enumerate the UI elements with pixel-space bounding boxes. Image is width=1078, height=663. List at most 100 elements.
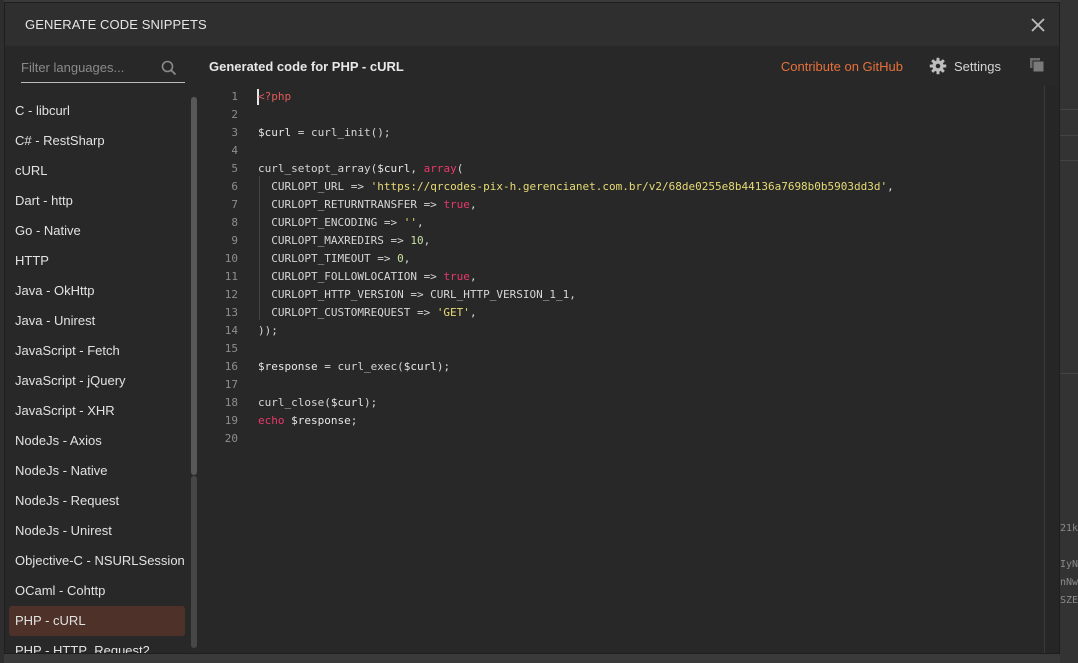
code-token: CURLOPT_TIMEOUT => xyxy=(258,252,398,265)
filter-languages-input[interactable] xyxy=(21,54,151,81)
language-item[interactable]: C# - RestSharp xyxy=(9,126,185,156)
language-item[interactable]: NodeJs - Unirest xyxy=(9,516,185,546)
background-text: 21k xyxy=(1060,523,1078,534)
background-text: SZE xyxy=(1060,595,1078,606)
code-token: CURLOPT_FOLLOWLOCATION => xyxy=(258,270,444,283)
code-text: CURLOPT_URL => 'https://qrcodes-pix-h.ge… xyxy=(258,178,894,196)
code-token: ( xyxy=(456,162,464,175)
language-item[interactable]: cURL xyxy=(9,156,185,186)
code-token: true xyxy=(443,198,470,211)
code-text: echo $response; xyxy=(258,412,357,430)
code-panel: Generated code for PHP - cURL Contribute… xyxy=(201,46,1059,653)
code-token: ); xyxy=(436,360,451,373)
language-list: C - libcurl C# - RestSharp cURL Dart - http… xyxy=(9,96,185,653)
background-text: IyN xyxy=(1060,559,1078,570)
code-editor[interactable]: 1 <?php 2 3 $curl = curl_init(); 4 5 curl_setop… xyxy=(201,86,1045,653)
language-item[interactable]: JavaScript - Fetch xyxy=(9,336,185,366)
language-item[interactable]: Java - Unirest xyxy=(9,306,185,336)
settings-label: Settings xyxy=(954,58,1001,74)
language-list-scrollbar-thumb[interactable] xyxy=(191,97,197,475)
code-panel-title: Generated code for PHP - cURL xyxy=(209,59,404,74)
code-token: echo xyxy=(258,414,285,427)
filter-languages xyxy=(21,54,185,83)
editor-right-border xyxy=(1044,86,1045,653)
line-number: 7 xyxy=(231,198,238,211)
code-text: <?php xyxy=(258,88,291,106)
code-panel-header: Generated code for PHP - cURL Contribute… xyxy=(201,46,1059,86)
language-item[interactable]: PHP - cURL xyxy=(9,606,185,636)
code-text: CURLOPT_TIMEOUT => 0, xyxy=(258,250,410,268)
settings-button[interactable]: Settings xyxy=(929,56,1001,76)
code-token: 'https://qrcodes-pix-h.gerencianet.com.b… xyxy=(370,180,888,193)
code-token: array xyxy=(423,162,457,175)
code-token: <?php xyxy=(258,90,292,103)
line-number: 16 xyxy=(224,360,238,373)
code-token: 10 xyxy=(410,234,424,247)
copy-icon[interactable] xyxy=(1029,57,1045,73)
language-item[interactable]: NodeJs - Native xyxy=(9,456,185,486)
language-item[interactable]: Go - Native xyxy=(9,216,185,246)
language-item[interactable]: Java - OkHttp xyxy=(9,276,185,306)
language-item[interactable]: Dart - http xyxy=(9,186,185,216)
contribute-on-github-link[interactable]: Contribute on GitHub xyxy=(781,59,903,74)
code-token: '' xyxy=(403,216,417,229)
language-item[interactable]: OCaml - Cohttp xyxy=(9,576,185,606)
line-number: 9 xyxy=(231,234,238,247)
code-token: CURLOPT_RETURNTRANSFER => xyxy=(258,198,444,211)
code-token: CURLOPT_CUSTOMREQUEST => xyxy=(258,306,437,319)
modal-header: GENERATE CODE SNIPPETS xyxy=(5,3,1059,46)
line-number: 3 xyxy=(231,126,238,139)
line-number: 6 xyxy=(231,180,238,193)
line-number: 18 xyxy=(224,396,238,409)
line-number: 11 xyxy=(224,270,238,283)
code-text: curl_close($curl); xyxy=(258,394,377,412)
code-token: 0 xyxy=(397,252,404,265)
language-item[interactable]: Objective-C - NSURLSession xyxy=(9,546,185,576)
close-button[interactable] xyxy=(1027,14,1049,36)
code-token: $curl xyxy=(377,162,411,175)
language-item[interactable]: NodeJs - Axios xyxy=(9,426,185,456)
code-token: true xyxy=(443,270,470,283)
search-icon[interactable] xyxy=(161,60,177,76)
line-number: 17 xyxy=(224,378,238,391)
code-token: CURLOPT_URL => xyxy=(258,180,371,193)
line-number: 2 xyxy=(231,108,238,121)
line-number: 8 xyxy=(231,216,238,229)
code-token: , xyxy=(410,162,424,175)
code-text: CURLOPT_ENCODING => '', xyxy=(258,214,423,232)
code-token: , xyxy=(469,270,477,283)
language-item[interactable]: JavaScript - jQuery xyxy=(9,366,185,396)
gear-icon xyxy=(929,57,947,75)
modal-title: GENERATE CODE SNIPPETS xyxy=(25,17,207,32)
language-item[interactable]: C - libcurl xyxy=(9,96,185,126)
line-number: 14 xyxy=(224,324,238,337)
line-number: 1 xyxy=(231,90,238,103)
code-token: )); xyxy=(258,324,278,337)
code-token: $curl xyxy=(330,396,364,409)
code-text: curl_setopt_array($curl, array( xyxy=(258,160,463,178)
code-token: CURLOPT_ENCODING => xyxy=(258,216,404,229)
code-text: $curl = curl_init(); xyxy=(258,124,390,142)
code-token: , xyxy=(423,234,431,247)
code-token: ); xyxy=(363,396,378,409)
code-text: CURLOPT_FOLLOWLOCATION => true, xyxy=(258,268,477,286)
language-sidebar: C - libcurlC# - RestSharpcURLDart - http… xyxy=(5,46,201,653)
language-item[interactable]: NodeJs - Request xyxy=(9,486,185,516)
line-number: 13 xyxy=(224,306,238,319)
language-item[interactable]: PHP - HTTP_Request2 xyxy=(9,636,185,653)
code-token: 'GET' xyxy=(436,306,470,319)
code-token: = curl_init(); xyxy=(291,126,391,139)
code-text: CURLOPT_CUSTOMREQUEST => 'GET', xyxy=(258,304,476,322)
line-number: 10 xyxy=(224,252,238,265)
line-number: 5 xyxy=(231,162,238,175)
code-token: , xyxy=(469,198,477,211)
code-token: CURLOPT_MAXREDIRS => xyxy=(258,234,411,247)
background-app: 21k IyN nNw SZE xyxy=(1060,0,1078,663)
code-text: CURLOPT_HTTP_VERSION => CURL_HTTP_VERSIO… xyxy=(258,286,576,304)
line-number: 4 xyxy=(231,144,238,157)
code-token: $curl xyxy=(403,360,437,373)
language-item[interactable]: HTTP xyxy=(9,246,185,276)
language-item[interactable]: JavaScript - XHR xyxy=(9,396,185,426)
code-text: CURLOPT_MAXREDIRS => 10, xyxy=(258,232,430,250)
code-token: $response xyxy=(291,414,351,427)
